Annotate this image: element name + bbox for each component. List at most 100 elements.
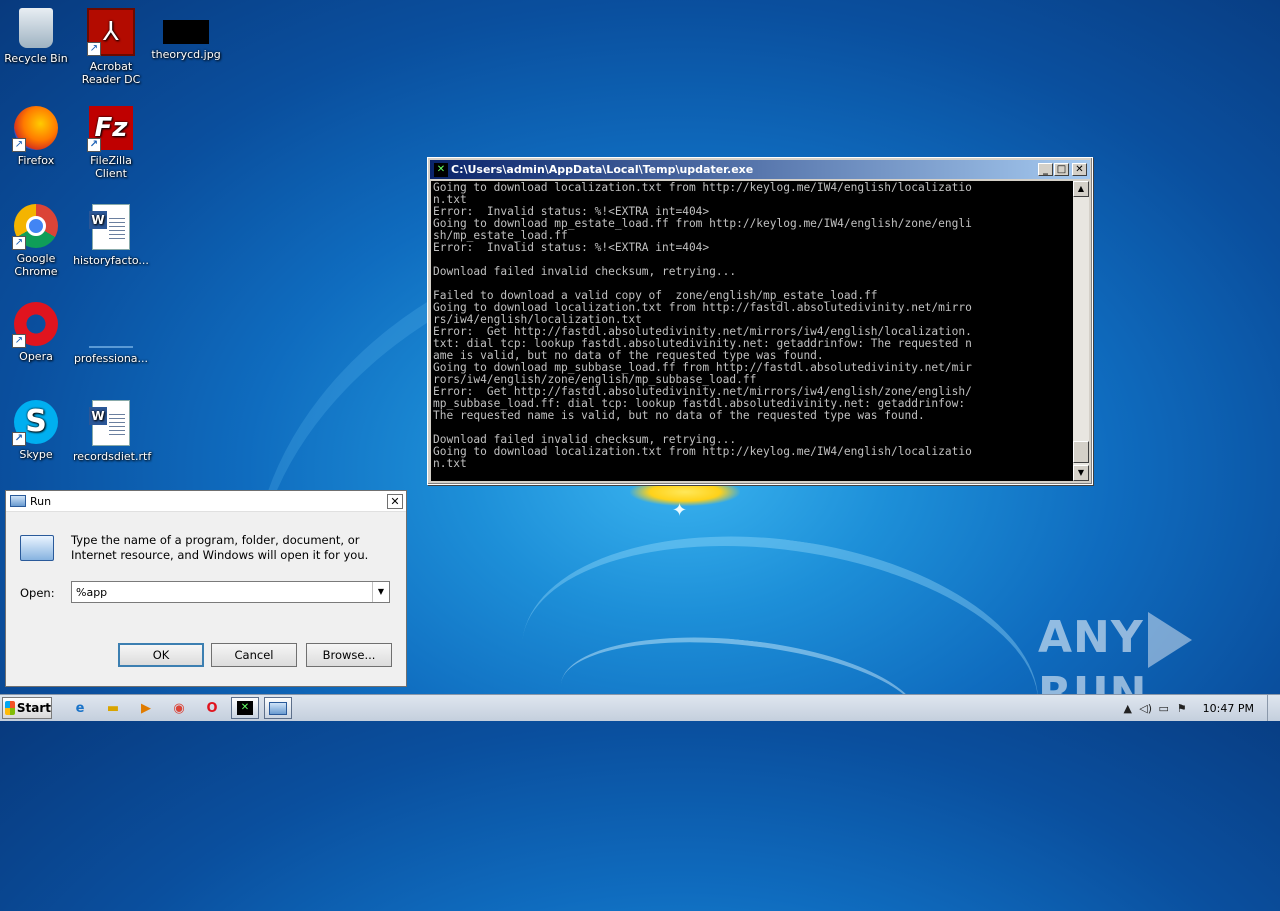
console-app-icon: ✕ (237, 701, 253, 715)
console-line: Error: Invalid status: %!<EXTRA int=404> (433, 241, 710, 254)
show-hidden-icons-icon[interactable]: ▲ (1119, 702, 1137, 715)
file-icon (89, 316, 133, 348)
desktop-icon-label: Acrobat Reader DC (81, 60, 141, 86)
desktop-icon-label: Skype (19, 448, 53, 461)
desktop-icon-filezilla[interactable]: Fz ↗ FileZilla Client (73, 106, 149, 180)
taskbar-console-button[interactable]: ✕ (231, 697, 259, 719)
desktop-icon-skype[interactable]: S ↗ Skype (0, 400, 74, 461)
desktop-icon-chrome[interactable]: ↗ Google Chrome (0, 204, 74, 278)
network-icon[interactable]: ▭ (1155, 702, 1173, 715)
shortcut-arrow-icon: ↗ (12, 236, 26, 250)
desktop-icon-label: professiona... (73, 352, 149, 365)
firefox-icon: ↗ (12, 106, 58, 152)
image-file-icon (163, 20, 209, 44)
console-app-icon: ✕ (434, 162, 448, 177)
clock[interactable]: 10:47 PM (1203, 702, 1254, 715)
taskbar-chrome-button[interactable]: ◉ (165, 697, 193, 719)
opera-icon: ↗ (12, 302, 58, 348)
run-dialog[interactable]: Run ✕ Type the name of a program, folder… (5, 490, 407, 687)
start-button[interactable]: Start (2, 697, 52, 719)
desktop-icon-label: historyfacto... (73, 254, 149, 267)
console-window[interactable]: ✕ C:\Users\admin\AppData\Local\Temp\upda… (427, 157, 1093, 485)
maximize-button[interactable]: □ (1054, 163, 1069, 176)
console-line: The requested name is valid, but no data… (433, 409, 925, 422)
taskbar-run-button[interactable] (264, 697, 292, 719)
watermark-left: ANY (1038, 612, 1144, 663)
word-document-icon (89, 400, 130, 446)
opera-icon: O (206, 700, 218, 716)
console-line: n.txt (433, 457, 467, 470)
show-desktop-button[interactable] (1267, 695, 1280, 721)
taskbar-opera-button[interactable]: O (198, 697, 226, 719)
run-icon (10, 495, 26, 507)
skype-icon: S ↗ (12, 400, 58, 446)
desktop-icon-professiona[interactable]: professiona... (73, 302, 149, 365)
run-title: Run (30, 494, 52, 508)
chrome-icon: ↗ (12, 204, 58, 250)
close-button[interactable]: ✕ (1072, 163, 1087, 176)
run-program-icon (20, 535, 54, 561)
desktop-icon-recycle-bin[interactable]: Recycle Bin (0, 8, 74, 65)
taskbar: Start e ▬ ▶ ◉ O ✕ ▲ ◁) ▭ ⚑ 10:47 PM (0, 694, 1280, 721)
taskbar-media-player-button[interactable]: ▶ (132, 697, 160, 719)
desktop-icon-recordsdiet[interactable]: recordsdiet.rtf (73, 400, 152, 463)
scroll-thumb[interactable] (1073, 441, 1089, 463)
open-combobox[interactable]: ▼ (71, 581, 390, 603)
shortcut-arrow-icon: ↗ (87, 138, 101, 152)
acrobat-icon: ⅄ ↗ (87, 8, 135, 56)
console-title: C:\Users\admin\AppData\Local\Temp\update… (451, 163, 754, 176)
desktop-icon-label: theorycd.jpg (151, 48, 221, 61)
open-label: Open: (20, 586, 55, 600)
chevron-down-icon[interactable]: ▼ (372, 582, 389, 602)
wallpaper-streak (503, 505, 1057, 845)
system-tray: ▲ ◁) ▭ ⚑ 10:47 PM (1119, 695, 1280, 721)
open-input[interactable] (72, 583, 372, 601)
console-line: Going to download localization.txt from … (433, 445, 972, 458)
wallpaper-star: ✦ (672, 500, 688, 521)
console-scrollbar[interactable]: ▲ ▼ (1073, 181, 1089, 481)
console-titlebar[interactable]: ✕ C:\Users\admin\AppData\Local\Temp\upda… (430, 160, 1090, 179)
scroll-down-arrow-icon[interactable]: ▼ (1073, 465, 1089, 481)
desktop-icon-label: Google Chrome (14, 252, 58, 278)
desktop-icon-label: FileZilla Client (90, 154, 132, 180)
browse-button[interactable]: Browse... (306, 643, 392, 667)
desktop-icon-firefox[interactable]: ↗ Firefox (0, 106, 74, 167)
shortcut-arrow-icon: ↗ (12, 138, 26, 152)
taskbar-ie-button[interactable]: e (66, 697, 94, 719)
desktop-icon-label: recordsdiet.rtf (73, 450, 152, 463)
scroll-up-arrow-icon[interactable]: ▲ (1073, 181, 1089, 197)
console-line: Download failed invalid checksum, retryi… (433, 265, 737, 278)
internet-explorer-icon: e (75, 700, 85, 716)
desktop-icon-label: Firefox (17, 154, 55, 167)
shortcut-arrow-icon: ↗ (12, 432, 26, 446)
shortcut-arrow-icon: ↗ (12, 334, 26, 348)
desktop-icon-acrobat[interactable]: ⅄ ↗ Acrobat Reader DC (73, 8, 149, 86)
desktop-icon-theorycd[interactable]: theorycd.jpg (148, 8, 224, 61)
word-document-icon (89, 204, 130, 250)
run-icon (269, 701, 287, 715)
run-titlebar[interactable]: Run ✕ (6, 491, 406, 512)
desktop-icon-opera[interactable]: ↗ Opera (0, 302, 74, 363)
desktop-icon-label: Opera (19, 350, 53, 363)
filezilla-icon: Fz ↗ (87, 106, 133, 152)
cancel-button[interactable]: Cancel (211, 643, 297, 667)
start-label: Start (16, 701, 51, 715)
ok-button[interactable]: OK (118, 643, 204, 667)
console-output[interactable]: Going to download localization.txt from … (431, 181, 1073, 481)
volume-icon[interactable]: ◁) (1137, 702, 1155, 715)
desktop-icon-historyfacto[interactable]: historyfacto... (73, 204, 149, 267)
action-center-flag-icon[interactable]: ⚑ (1173, 702, 1191, 715)
shortcut-arrow-icon: ↗ (87, 42, 101, 56)
desktop-icon-label: Recycle Bin (4, 52, 68, 65)
close-button[interactable]: ✕ (387, 493, 403, 509)
console-line: Going to download localization.txt from … (433, 181, 972, 194)
play-icon (1147, 612, 1192, 668)
minimize-button[interactable]: _ (1038, 163, 1053, 176)
recycle-bin-icon (19, 8, 53, 48)
run-description: Type the name of a program, folder, docu… (71, 533, 369, 562)
taskbar-explorer-button[interactable]: ▬ (99, 697, 127, 719)
windows-logo-icon (5, 701, 15, 715)
folder-icon: ▬ (106, 700, 120, 716)
media-player-icon: ▶ (141, 700, 151, 716)
chrome-icon: ◉ (173, 700, 185, 716)
